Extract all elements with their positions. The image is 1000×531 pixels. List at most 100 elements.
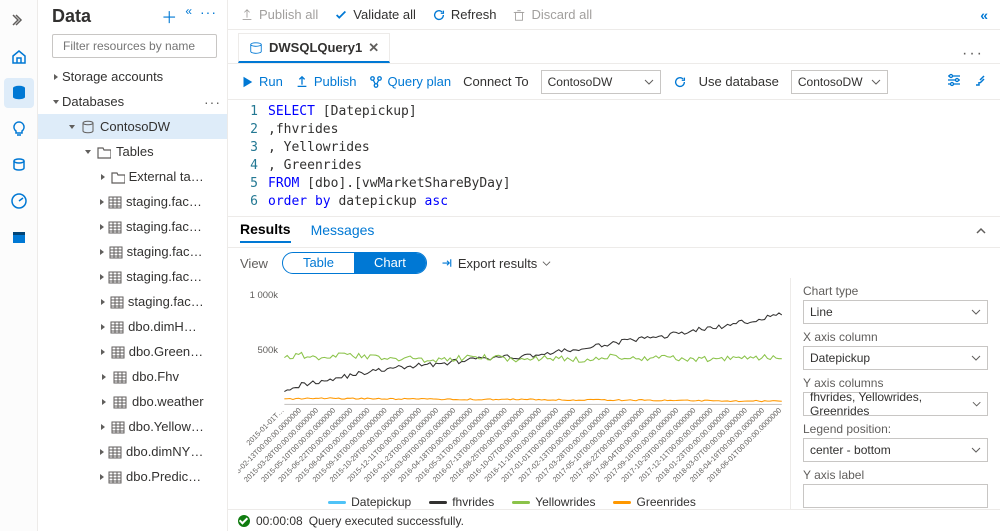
- sql-icon: [249, 41, 263, 55]
- nav-rail: [0, 0, 38, 531]
- svg-text:500k: 500k: [257, 345, 278, 356]
- legend-datepickup: Datepickup: [351, 495, 411, 509]
- query-plan-button[interactable]: Query plan: [369, 74, 452, 89]
- collapse-results-icon[interactable]: [974, 224, 988, 241]
- tab-overflow-icon[interactable]: ···: [956, 45, 990, 63]
- tab-results[interactable]: Results: [240, 221, 291, 243]
- table-icon: [108, 444, 122, 460]
- tree-node[interactable]: staging.factFHV···: [38, 289, 227, 314]
- tree-node[interactable]: dbo.PredictedValues···: [38, 464, 227, 489]
- view-toggle[interactable]: Table Chart: [282, 252, 427, 274]
- table-icon: [112, 394, 128, 410]
- row-more-icon[interactable]: ···: [204, 94, 221, 110]
- tree-node[interactable]: Databases···: [38, 89, 227, 114]
- table-icon: [108, 219, 122, 235]
- collapse-panel-icon[interactable]: «: [185, 4, 192, 28]
- tree-node[interactable]: staging.factGreenCab···: [38, 189, 227, 214]
- legend-fhvrides: fhvrides: [452, 495, 494, 509]
- legend-greenrides: Greenrides: [636, 495, 695, 509]
- editor-tabstrip: DWSQLQuery1 ✕ ···: [228, 30, 1000, 64]
- sql-editor[interactable]: 1SELECT [Datepickup]2,fhvrides3, Yellowr…: [228, 100, 1000, 216]
- export-results-button[interactable]: Export results: [441, 256, 551, 271]
- twisty-icon[interactable]: [98, 223, 106, 231]
- twisty-icon[interactable]: [98, 448, 106, 456]
- use-database-select[interactable]: ContosoDW: [791, 70, 888, 94]
- home-icon[interactable]: [4, 42, 34, 72]
- database-icon[interactable]: [4, 78, 34, 108]
- gauge-icon[interactable]: [4, 186, 34, 216]
- legend-pos-select[interactable]: center - bottom: [803, 438, 988, 462]
- twisty-icon[interactable]: [98, 173, 109, 181]
- tree-node[interactable]: staging.factYellowCab···: [38, 214, 227, 239]
- tree-node[interactable]: ContosoDW···: [38, 114, 227, 139]
- y-axis-select[interactable]: fhvrides, Yellowrides, Greenrides: [803, 392, 988, 416]
- tree-node[interactable]: Tables···: [38, 139, 227, 164]
- tree-node[interactable]: dbo.weather···: [38, 389, 227, 414]
- chart-area: 500k1 000k2015-01-01T…2015-02-13T00:00:0…: [228, 278, 790, 509]
- twisty-icon[interactable]: [98, 273, 106, 281]
- twisty-icon[interactable]: [98, 198, 106, 206]
- filter-input-wrap[interactable]: [52, 34, 217, 58]
- twisty-icon[interactable]: [98, 348, 109, 356]
- twisty-icon[interactable]: [98, 248, 107, 256]
- y-axis-label: Y axis columns: [803, 376, 988, 390]
- twisty-icon[interactable]: [50, 98, 62, 106]
- resource-tree: Storage accounts···Databases···ContosoDW…: [38, 64, 227, 531]
- tree-node[interactable]: Storage accounts···: [38, 64, 227, 89]
- connect-to-select[interactable]: ContosoDW: [541, 70, 661, 94]
- close-tab-icon[interactable]: ✕: [368, 40, 379, 56]
- model-icon[interactable]: [4, 150, 34, 180]
- run-button[interactable]: Run: [240, 74, 283, 89]
- status-elapsed: 00:00:08: [256, 514, 303, 528]
- tree-node[interactable]: dbo.dimNYCLocations···: [38, 439, 227, 464]
- refresh-connection-icon[interactable]: [673, 75, 687, 89]
- validate-all-button[interactable]: Validate all: [334, 7, 416, 22]
- panel-header: Data ＋ « ···: [38, 0, 227, 32]
- main-area: Publish all Validate all Refresh Discard…: [228, 0, 1000, 531]
- table-icon: [110, 319, 124, 335]
- tree-node[interactable]: dbo.dimHoliday···: [38, 314, 227, 339]
- chart-options: Chart type Line X axis column Datepickup…: [790, 278, 1000, 509]
- twisty-icon[interactable]: [98, 298, 108, 306]
- publish-button[interactable]: Publish: [295, 74, 357, 89]
- lightbulb-icon[interactable]: [4, 114, 34, 144]
- expand-editor-icon[interactable]: [972, 72, 988, 91]
- status-ok-icon: [238, 515, 250, 527]
- expand-icon[interactable]: [4, 6, 34, 36]
- twisty-icon[interactable]: [98, 323, 108, 331]
- refresh-button[interactable]: Refresh: [432, 7, 497, 22]
- toolbox-icon[interactable]: [4, 222, 34, 252]
- tree-node[interactable]: dbo.YellowCab···: [38, 414, 227, 439]
- view-table[interactable]: Table: [283, 253, 354, 273]
- twisty-icon[interactable]: [98, 398, 110, 406]
- tree-node[interactable]: dbo.GreenCab···: [38, 339, 227, 364]
- x-axis-select[interactable]: Datepickup: [803, 346, 988, 370]
- twisty-icon[interactable]: [98, 373, 110, 381]
- twisty-icon[interactable]: [50, 73, 62, 81]
- more-icon[interactable]: ···: [200, 4, 217, 28]
- filter-input[interactable]: [63, 39, 218, 53]
- publish-all-button[interactable]: Publish all: [240, 7, 318, 22]
- table-icon: [111, 344, 125, 360]
- tab-messages[interactable]: Messages: [311, 222, 375, 242]
- chart-type-label: Chart type: [803, 284, 988, 298]
- editor-tab[interactable]: DWSQLQuery1 ✕: [238, 33, 390, 63]
- status-bar: 00:00:08 Query executed successfully.: [228, 509, 1000, 531]
- y-label-input[interactable]: [803, 484, 988, 508]
- explorer-panel: Data ＋ « ··· Storage accounts···Database…: [38, 0, 228, 531]
- tree-node[interactable]: staging.factholiday···: [38, 239, 227, 264]
- twisty-icon[interactable]: [98, 423, 109, 431]
- twisty-icon[interactable]: [82, 148, 94, 156]
- y-label-label: Y axis label: [803, 468, 988, 482]
- collapse-right-icon[interactable]: «: [980, 7, 988, 23]
- twisty-icon[interactable]: [66, 123, 78, 131]
- tree-node[interactable]: dbo.Fhv···: [38, 364, 227, 389]
- tree-node[interactable]: External tables···: [38, 164, 227, 189]
- settings-icon[interactable]: [946, 72, 962, 91]
- view-chart[interactable]: Chart: [354, 253, 426, 273]
- discard-all-button[interactable]: Discard all: [512, 7, 592, 22]
- tree-node[interactable]: staging.factweather···: [38, 264, 227, 289]
- chart-type-select[interactable]: Line: [803, 300, 988, 324]
- twisty-icon[interactable]: [98, 473, 106, 481]
- add-icon[interactable]: ＋: [161, 4, 177, 28]
